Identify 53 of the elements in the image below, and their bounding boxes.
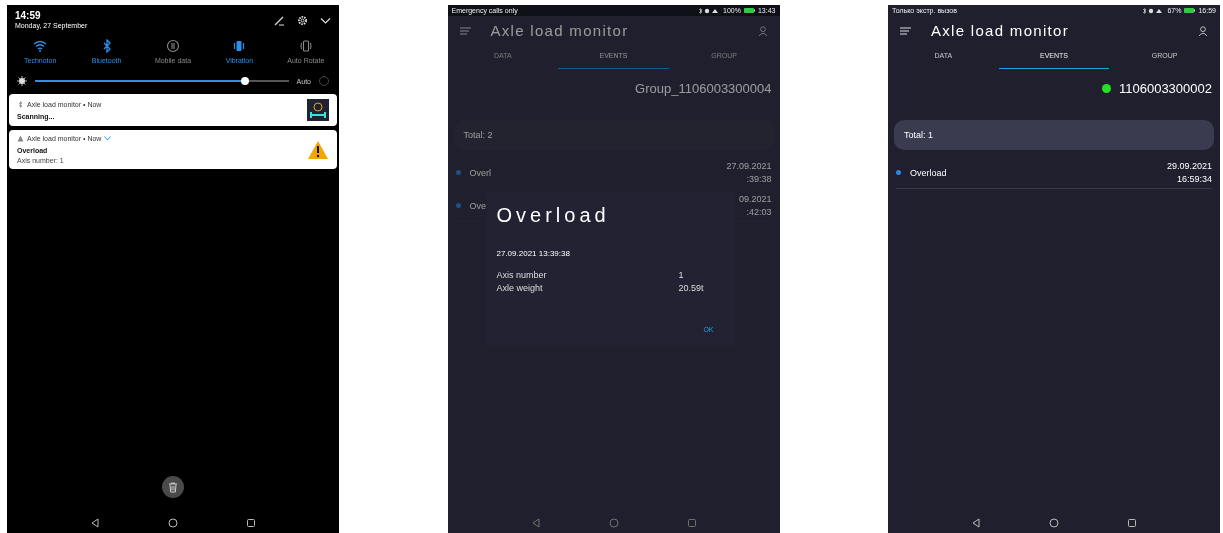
status-icons [698,7,721,14]
brightness-icon [17,76,27,86]
event-time: :39:38 [745,172,772,186]
edit-icon[interactable] [274,15,285,26]
total-card: Total: 2 [453,120,774,150]
detail-label: Axis number [496,270,548,280]
settings-icon[interactable] [297,15,308,26]
app-title: Axle load monitor [931,22,1070,39]
clock: 14:59 [15,10,42,21]
app-logo-icon [307,99,329,121]
total-card: Total: 1 [894,120,1214,150]
warning-small-icon [17,135,24,142]
home-icon[interactable] [168,518,178,528]
dialog-title: Overload [496,204,611,227]
recent-apps-icon[interactable] [246,518,256,528]
bluetooth-small-icon [17,100,24,108]
warning-icon [307,139,329,160]
recent-apps-icon[interactable] [1127,518,1137,528]
wifi-toggle-icon[interactable] [33,39,48,53]
device-name: 1106003300002 [1118,81,1212,96]
event-name[interactable]: Overload [910,167,947,178]
back-icon[interactable] [90,518,100,528]
expand-icon[interactable] [104,136,112,141]
detail-value: 1 [678,270,685,280]
event-time: 16:59:34 [1175,172,1212,186]
data-toggle-icon[interactable] [166,39,180,53]
menu-icon[interactable] [900,26,911,35]
chevron-down-icon[interactable] [320,15,331,26]
event-name[interactable]: Ove [469,200,486,211]
event-date: 09.2021 [738,193,772,206]
event-dot [896,170,901,176]
vibration-toggle-icon[interactable] [232,39,247,53]
detail-value: 20.59t [678,283,704,293]
event-time: :42:03 [745,205,772,219]
trash-icon[interactable] [168,481,178,493]
battery-icon [1184,8,1196,13]
app-title: Axle load monitor [490,22,630,39]
device-name: Group_1106003300004 [635,81,772,96]
rotate-toggle-icon[interactable] [298,39,313,53]
clear-all-button[interactable] [162,476,184,498]
event-dot [455,170,461,176]
home-icon[interactable] [1049,518,1059,528]
event-date: 27.09.2021 [726,160,772,173]
user-icon[interactable] [757,25,768,36]
dialog-datetime: 27.09.2021 13:39:38 [496,249,571,258]
back-icon[interactable] [971,518,981,528]
battery-icon [743,8,755,13]
event-date: 29.09.2021 [1166,160,1212,173]
user-icon[interactable] [1198,25,1208,36]
status-icons [1142,7,1165,14]
event-dot [455,203,461,209]
detail-label: Axle weight [496,283,544,293]
event-name[interactable]: Overl [469,167,491,178]
